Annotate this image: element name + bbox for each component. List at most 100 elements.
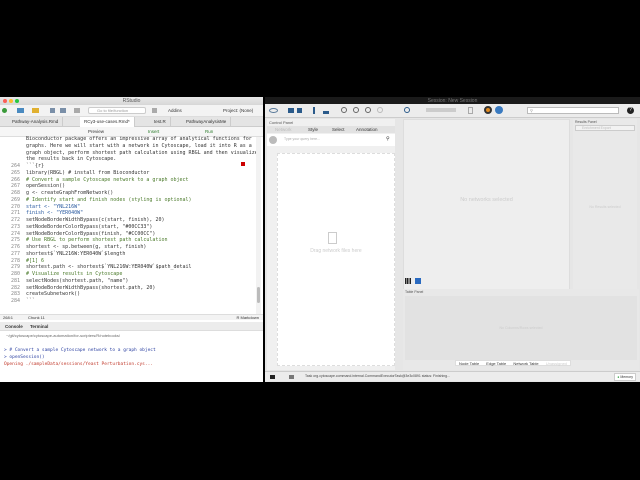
network-app-icon[interactable] bbox=[495, 106, 503, 114]
zoom-out-icon[interactable] bbox=[353, 107, 359, 113]
memory-button[interactable]: ● Memory bbox=[614, 373, 636, 381]
tab-pathway-analysis-me[interactable]: PathwayAnalysisMe bbox=[182, 117, 232, 127]
grid-icon[interactable] bbox=[152, 108, 157, 113]
rstudio-window: RStudio Go to file/function Addins Proje… bbox=[0, 97, 263, 382]
table-area[interactable]: No Columns/Rows selected bbox=[405, 296, 637, 360]
code-line[interactable]: # Use RBGL to perform shortest path calc… bbox=[26, 237, 167, 243]
tab-pathway-analysis[interactable]: Pathway-Analysis.Rmd bbox=[8, 117, 64, 127]
enrichment-export-button[interactable]: Enrichment Export bbox=[575, 125, 635, 131]
run-button[interactable]: Run bbox=[205, 129, 213, 134]
no-network-label: No networks selected bbox=[460, 197, 513, 203]
tab-console[interactable]: Console bbox=[5, 322, 23, 331]
hide-icon[interactable] bbox=[426, 108, 456, 112]
console-output[interactable]: > # Convert a sample Cytoscape network t… bbox=[4, 348, 254, 369]
open-project-icon[interactable] bbox=[17, 108, 24, 113]
open-file-icon[interactable] bbox=[32, 108, 39, 113]
tab-node-table[interactable]: Node Table bbox=[456, 361, 482, 366]
code-line[interactable]: ```{r} bbox=[26, 163, 44, 169]
editor-scrollbar[interactable] bbox=[256, 137, 261, 314]
minimize-button[interactable] bbox=[9, 99, 13, 103]
addins-menu[interactable]: Addins bbox=[168, 108, 182, 113]
zoom-fit-icon[interactable] bbox=[365, 107, 371, 113]
code-line[interactable]: shortest$`YNL216W:YER040W`$length bbox=[26, 251, 125, 257]
code-line[interactable]: start <- "YNL216W" bbox=[26, 204, 80, 210]
save-session-icon[interactable] bbox=[297, 108, 302, 113]
goto-file-input[interactable]: Go to file/function bbox=[88, 107, 146, 114]
search-input[interactable]: ⚲ bbox=[527, 107, 619, 114]
code-line[interactable]: g <- createGraphFromNetwork() bbox=[26, 190, 113, 196]
grid-view-icon[interactable] bbox=[405, 278, 411, 284]
print-icon[interactable] bbox=[74, 108, 80, 113]
task-history-icon[interactable] bbox=[289, 375, 294, 379]
no-table-label: No Columns/Rows selected bbox=[499, 326, 543, 330]
run-chunk-icon[interactable] bbox=[241, 162, 245, 166]
code-line[interactable]: # Identify start and finish nodes (styli… bbox=[26, 197, 192, 203]
preview-button[interactable]: Preview bbox=[88, 129, 104, 134]
zoom-selected-icon[interactable] bbox=[377, 107, 383, 113]
code-line[interactable]: # Convert a sample Cytoscape network to … bbox=[26, 177, 189, 183]
close-button[interactable] bbox=[3, 99, 7, 103]
console-line: > # Convert a sample Cytoscape network t… bbox=[4, 348, 156, 353]
import-network-icon[interactable] bbox=[313, 107, 319, 114]
command-line-icon[interactable] bbox=[270, 375, 275, 379]
code-line[interactable]: setNodeBorderColorBypass(start, "#00CC33… bbox=[26, 224, 152, 230]
control-panel-title: Control Panel bbox=[269, 120, 294, 125]
insert-button[interactable]: Insert bbox=[148, 129, 159, 134]
zoom-in-icon[interactable] bbox=[341, 107, 347, 113]
code-line[interactable]: library(RBGL) # install from Bioconducto… bbox=[26, 170, 149, 176]
code-line[interactable]: shortest.path <- shortest$`YNL216W:YER04… bbox=[26, 264, 192, 270]
network-view-icon[interactable] bbox=[415, 278, 421, 284]
save-all-icon[interactable] bbox=[60, 108, 66, 113]
search-option-icon[interactable] bbox=[269, 136, 277, 144]
cursor-position: 268:1 bbox=[3, 315, 14, 320]
table-tabs: Node Table Edge Table Network Table Unas… bbox=[455, 360, 571, 366]
code-editor[interactable]: Bioconductor package offers an impressiv… bbox=[0, 136, 258, 314]
code-line[interactable]: ``` bbox=[26, 298, 35, 304]
search-icon[interactable]: ⚲ bbox=[386, 136, 390, 142]
editor-tabs: Pathway-Analysis.Rmd RCy3-use-cases.Rmd*… bbox=[0, 117, 263, 127]
tab-network[interactable]: Network bbox=[275, 126, 292, 133]
cytoscape-statusbar: Task org.cytoscape.command.internal.Comm… bbox=[265, 371, 640, 381]
prose-line: graphs. Here we will start with a networ… bbox=[26, 142, 252, 149]
refresh-icon[interactable] bbox=[404, 107, 410, 113]
import-table-icon[interactable] bbox=[323, 107, 329, 114]
tab-edge-table[interactable]: Edge Table bbox=[483, 361, 509, 366]
code-line[interactable]: selectNodes(shortest.path, "name") bbox=[26, 278, 128, 284]
new-file-icon[interactable] bbox=[2, 108, 7, 113]
tab-unassigned[interactable]: Unassigned bbox=[543, 361, 570, 366]
tab-test-r[interactable]: test.R bbox=[150, 117, 171, 127]
table-panel-title: Table Panel bbox=[405, 290, 424, 294]
project-menu[interactable]: Project: (None) bbox=[223, 108, 253, 113]
tab-terminal[interactable]: Terminal bbox=[30, 322, 48, 331]
results-panel: Results Panel Enrichment Export No Resul… bbox=[573, 119, 637, 299]
code-line[interactable]: finish <- "YER040W" bbox=[26, 210, 83, 216]
tab-select[interactable]: Select bbox=[332, 126, 345, 133]
code-line[interactable]: # Visualize results in Cytoscape bbox=[26, 271, 122, 277]
file-type-selector[interactable]: R Markdown bbox=[237, 315, 259, 320]
export-icon[interactable] bbox=[468, 107, 473, 114]
enrichment-app-icon[interactable] bbox=[484, 106, 492, 114]
tab-rcy3-use-cases[interactable]: RCy3-use-cases.Rmd* bbox=[80, 117, 135, 127]
help-icon[interactable]: ? bbox=[627, 107, 634, 114]
tab-annotation[interactable]: Annotation bbox=[356, 126, 378, 133]
open-session-icon[interactable] bbox=[288, 108, 294, 113]
chunk-navigator[interactable]: Chunk 11 bbox=[28, 315, 45, 320]
network-query-input[interactable]: Type your query here... bbox=[284, 137, 320, 141]
code-line[interactable]: createSubnetwork() bbox=[26, 291, 80, 297]
network-view[interactable]: No networks selected bbox=[403, 119, 570, 292]
line-number: 271 bbox=[10, 210, 20, 217]
tab-network-table[interactable]: Network Table bbox=[510, 361, 541, 366]
code-line[interactable]: openSession() bbox=[26, 183, 65, 189]
tab-style[interactable]: Style bbox=[308, 126, 318, 133]
console-line: Opening ./sampleData/sessions/Yeast Pert… bbox=[4, 362, 154, 367]
save-icon[interactable] bbox=[50, 108, 55, 113]
code-line[interactable]: setNodeBorderWidthBypass(shortest.path, … bbox=[26, 285, 155, 291]
code-line[interactable]: shortest <- sp.between(g, start, finish) bbox=[26, 244, 146, 250]
network-list[interactable]: Drag network files here bbox=[277, 153, 395, 366]
code-line[interactable]: #[1] 6 bbox=[26, 258, 44, 264]
maximize-button[interactable] bbox=[15, 99, 19, 103]
line-number: 264 bbox=[10, 163, 20, 169]
code-line[interactable]: setNodeBorderColorBypass(finish, "#CC00C… bbox=[26, 231, 155, 237]
console-line: > openSession() bbox=[4, 355, 45, 360]
code-line[interactable]: setNodeBorderWidthBypass(c(start, finish… bbox=[26, 217, 164, 223]
